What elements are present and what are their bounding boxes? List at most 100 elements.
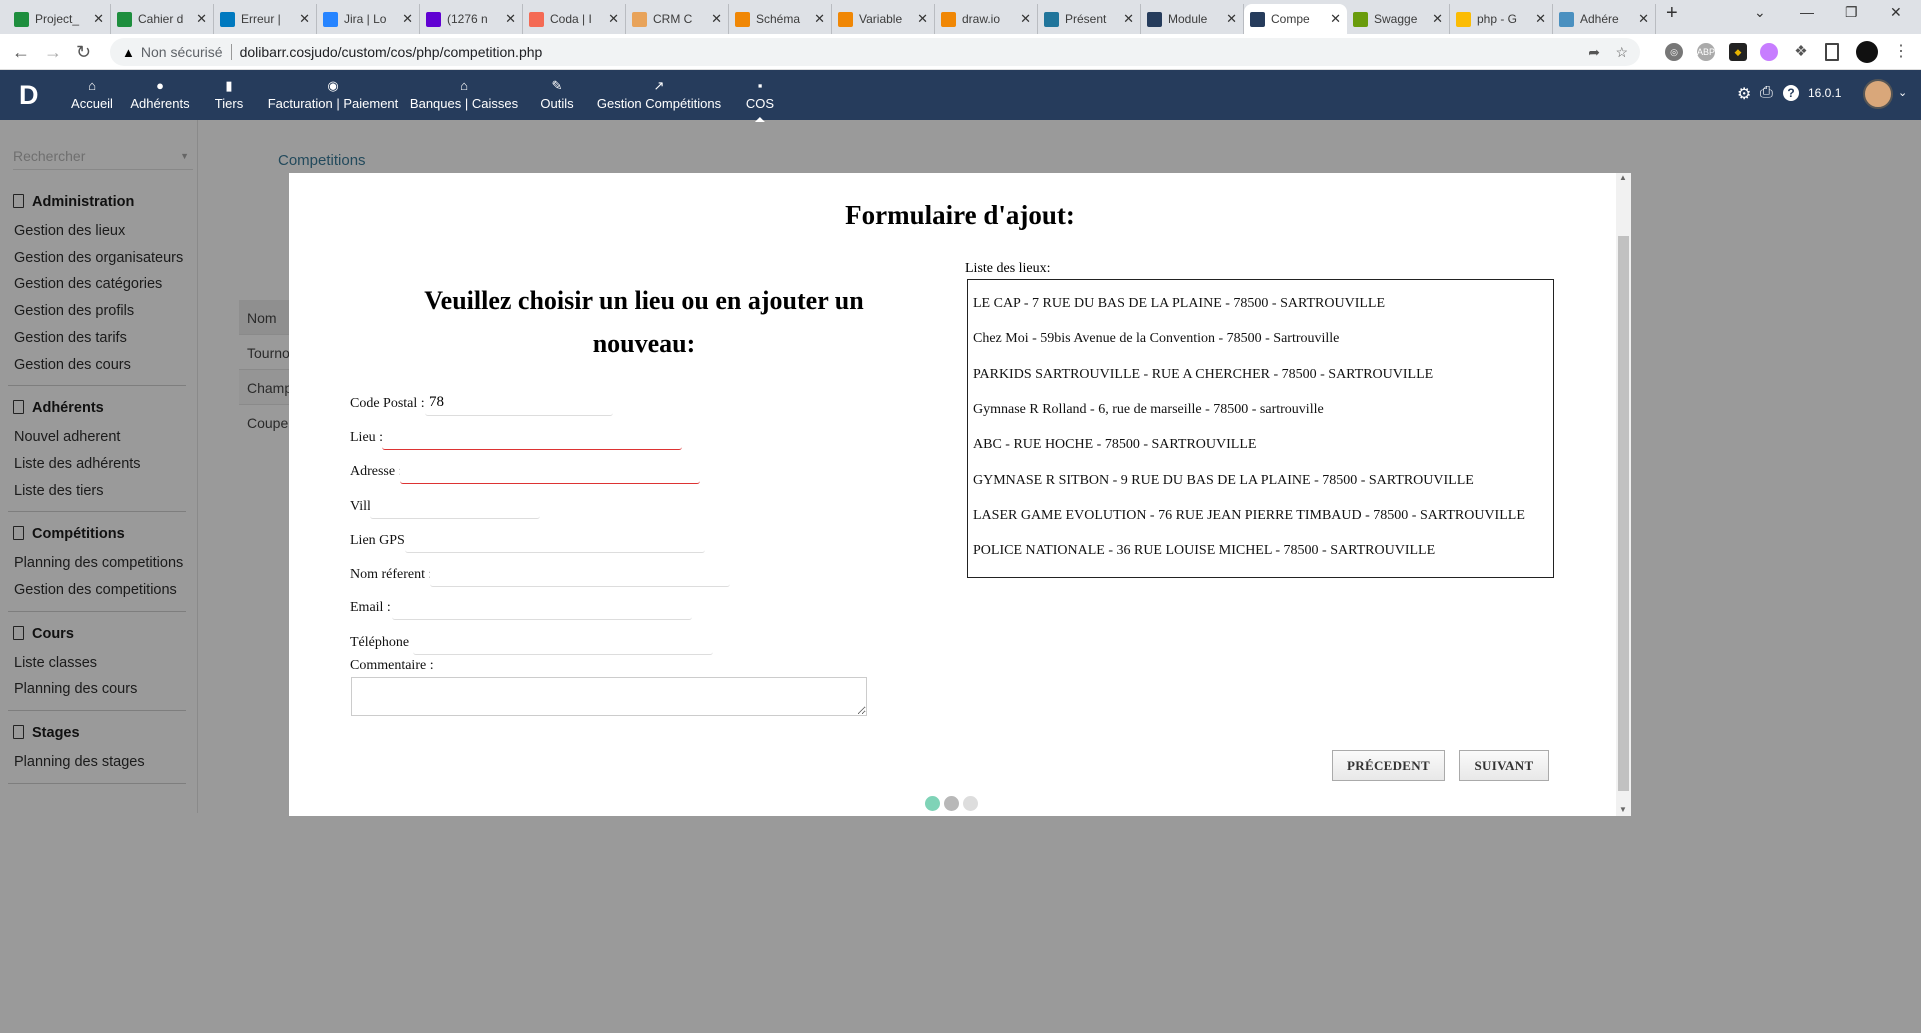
sidebar-item[interactable]: Liste classes: [14, 655, 97, 671]
url-bar[interactable]: ▲ Non sécurisé dolibarr.cosjudo/custom/c…: [110, 38, 1640, 66]
sidebar-item[interactable]: Planning des cours: [14, 681, 137, 697]
browser-tab[interactable]: Jira | Lo ✕: [317, 4, 420, 34]
menu-icon[interactable]: ⋮: [1892, 43, 1910, 61]
nav-item-tiers[interactable]: ▮ Tiers: [215, 78, 243, 111]
place-item[interactable]: LASER GAME EVOLUTION - 76 RUE JEAN PIERR…: [973, 508, 1525, 524]
sidebar-section-title[interactable]: Adhérents: [13, 400, 104, 416]
dropdown-arrow-icon[interactable]: ▼: [180, 151, 189, 161]
nav-item-adh-rents[interactable]: ● Adhérents: [130, 78, 189, 111]
nav-item-gestion-comp-titions[interactable]: ↗ Gestion Compétitions: [597, 78, 721, 111]
sidebar-item[interactable]: Gestion des lieux: [14, 223, 125, 239]
sidebar-item[interactable]: Gestion des organisateurs: [14, 250, 183, 266]
close-tab-icon[interactable]: ✕: [505, 11, 516, 27]
puzzle-icon[interactable]: ❖: [1792, 43, 1810, 61]
restore-button[interactable]: ❐: [1845, 4, 1858, 21]
close-tab-icon[interactable]: ✕: [1432, 11, 1443, 27]
close-tab-icon[interactable]: ✕: [814, 11, 825, 27]
field-input[interactable]: [405, 527, 705, 553]
close-tab-icon[interactable]: ✕: [608, 11, 619, 27]
close-tab-icon[interactable]: ✕: [1123, 11, 1134, 27]
sidebar-item[interactable]: Gestion des catégories: [14, 276, 162, 292]
browser-tab[interactable]: Project_ ✕: [8, 4, 111, 34]
chevron-down-icon[interactable]: ⌄: [1898, 86, 1907, 99]
sidebar-item[interactable]: Planning des competitions: [14, 555, 183, 571]
back-icon[interactable]: ←: [12, 42, 30, 63]
close-tab-icon[interactable]: ✕: [299, 11, 310, 27]
previous-button[interactable]: PRÉCEDENT: [1332, 750, 1445, 781]
bookmark-star-icon[interactable]: ☆: [1615, 44, 1628, 61]
browser-tab[interactable]: Module ✕: [1141, 4, 1244, 34]
sidebar-section-title[interactable]: Administration: [13, 194, 134, 210]
place-item[interactable]: POLICE NATIONALE - 36 RUE LOUISE MICHEL …: [973, 543, 1435, 559]
sidebar-section-title[interactable]: Compétitions: [13, 526, 125, 542]
field-input[interactable]: [430, 561, 730, 587]
sidebar-item[interactable]: Nouvel adherent: [14, 429, 120, 445]
sidebar-item[interactable]: Gestion des tarifs: [14, 330, 127, 346]
close-tab-icon[interactable]: ✕: [711, 11, 722, 27]
help-icon[interactable]: ?: [1783, 85, 1799, 101]
browser-tab[interactable]: Erreur | ✕: [214, 4, 317, 34]
close-tab-icon[interactable]: ✕: [402, 11, 413, 27]
profile-avatar[interactable]: [1856, 41, 1878, 63]
close-tab-icon[interactable]: ✕: [1638, 11, 1649, 27]
print-icon[interactable]: ⎙: [1760, 84, 1773, 102]
close-tab-icon[interactable]: ✕: [1226, 11, 1237, 27]
comment-textarea[interactable]: [351, 677, 867, 716]
nav-item-accueil[interactable]: ⌂ Accueil: [71, 78, 113, 111]
nav-item-facturation-paiement[interactable]: ◉ Facturation | Paiement: [268, 78, 399, 111]
extension-icon[interactable]: [1760, 43, 1778, 61]
share-icon[interactable]: ➦: [1588, 44, 1600, 61]
place-item[interactable]: PARKIDS SARTROUVILLE - RUE A CHERCHER - …: [973, 367, 1433, 383]
search-input[interactable]: Rechercher ▼: [13, 148, 193, 170]
extension-icon[interactable]: ◆: [1729, 43, 1747, 61]
dolibarr-logo[interactable]: D: [19, 80, 39, 111]
browser-tab[interactable]: CRM C ✕: [626, 4, 729, 34]
reload-icon[interactable]: ↻: [76, 42, 91, 63]
browser-tab[interactable]: Variable ✕: [832, 4, 935, 34]
sidebar-item[interactable]: Liste des adhérents: [14, 456, 141, 472]
browser-tab[interactable]: php - G ✕: [1450, 4, 1553, 34]
minimize-button[interactable]: —: [1800, 4, 1814, 20]
browser-tab[interactable]: Compe ✕: [1244, 4, 1347, 34]
nav-item-cos[interactable]: ▪ COS: [746, 78, 774, 122]
place-item[interactable]: LE CAP - 7 RUE DU BAS DE LA PLAINE - 785…: [973, 296, 1385, 312]
place-item[interactable]: GYMNASE R SITBON - 9 RUE DU BAS DE LA PL…: [973, 473, 1474, 489]
browser-tab[interactable]: Swagge ✕: [1347, 4, 1450, 34]
nav-item-banques-caisses[interactable]: ⌂ Banques | Caisses: [410, 78, 518, 111]
forward-icon[interactable]: →: [44, 42, 62, 63]
browser-tab[interactable]: Adhére ✕: [1553, 4, 1656, 34]
close-tab-icon[interactable]: ✕: [917, 11, 928, 27]
modal-scrollbar[interactable]: ▲ ▼: [1616, 173, 1631, 816]
sidebar-item[interactable]: Liste des tiers: [14, 483, 103, 499]
nav-item-outils[interactable]: ✎ Outils: [540, 78, 573, 111]
close-window-button[interactable]: ✕: [1890, 4, 1902, 21]
field-input[interactable]: [370, 493, 540, 519]
sidebar-item[interactable]: Planning des stages: [14, 754, 145, 770]
sidebar-section-title[interactable]: Stages: [13, 725, 80, 741]
field-input[interactable]: [425, 390, 613, 416]
user-avatar[interactable]: [1863, 79, 1893, 109]
place-item[interactable]: Gymnase R Rolland - 6, rue de marseille …: [973, 402, 1324, 418]
close-tab-icon[interactable]: ✕: [1020, 11, 1031, 27]
tab-search-icon[interactable]: ⌄: [1754, 4, 1766, 21]
extension-icon[interactable]: ◎: [1665, 43, 1683, 61]
sidebar-section-title[interactable]: Cours: [13, 625, 74, 642]
side-panel-icon[interactable]: [1825, 43, 1839, 61]
browser-tab[interactable]: Présent ✕: [1038, 4, 1141, 34]
close-tab-icon[interactable]: ✕: [1535, 11, 1546, 27]
field-input[interactable]: [400, 458, 700, 484]
sidebar-item[interactable]: Gestion des competitions: [14, 582, 177, 598]
field-input[interactable]: [392, 594, 692, 620]
close-tab-icon[interactable]: ✕: [1330, 11, 1341, 27]
field-input[interactable]: [382, 424, 682, 450]
browser-tab[interactable]: Cahier d ✕: [111, 4, 214, 34]
new-tab-button[interactable]: +: [1666, 2, 1678, 25]
sidebar-item[interactable]: Gestion des profils: [14, 303, 134, 319]
place-item[interactable]: ABC - RUE HOCHE - 78500 - SARTROUVILLE: [973, 437, 1256, 453]
browser-tab[interactable]: Coda | I ✕: [523, 4, 626, 34]
next-button[interactable]: SUIVANT: [1459, 750, 1549, 781]
place-item[interactable]: Chez Moi - 59bis Avenue de la Convention…: [973, 331, 1339, 347]
close-tab-icon[interactable]: ✕: [196, 11, 207, 27]
browser-tab[interactable]: Schéma ✕: [729, 4, 832, 34]
adblock-icon[interactable]: ABP: [1697, 43, 1715, 61]
